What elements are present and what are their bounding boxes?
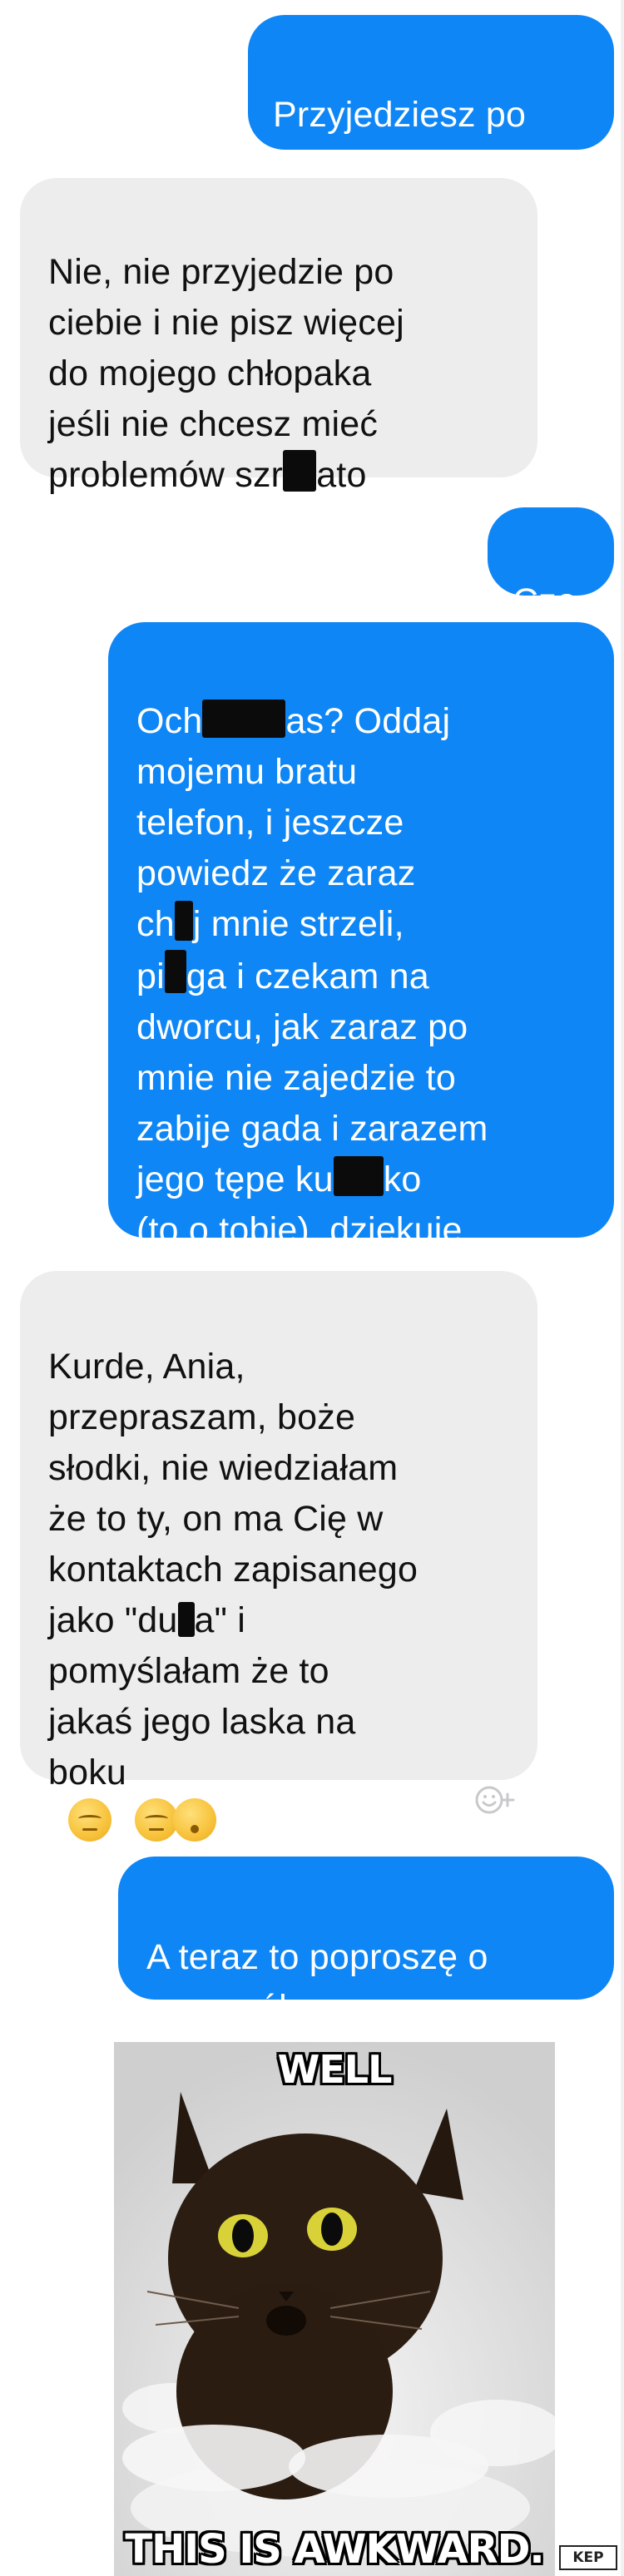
message-text: ato <box>316 455 367 495</box>
meme-image[interactable]: WELL THIS IS AWKWARD. <box>114 2042 555 2576</box>
message-text: ga i czekam na dworcu, jak zaraz po mnie… <box>136 957 488 1199</box>
message-text: A teraz to poproszę o szczegóły <box>146 1937 488 2028</box>
black-cat-in-bath-illustration <box>114 2042 555 2576</box>
message-text: Przyjedziesz po mnie? <box>273 95 527 185</box>
message-bubble-outgoing[interactable]: Przyjedziesz po mnie? <box>248 15 614 185</box>
message-bubble-incoming[interactable]: Nie, nie przyjedzie po ciebie i nie pisz… <box>20 178 537 495</box>
message-text: Kurde, Ania, przepraszam, boże słodki, n… <box>48 1347 418 1640</box>
message-bubble-outgoing[interactable]: Och as? Oddaj mojemu bratu telefon, i jes… <box>108 622 614 1250</box>
message-bubble-incoming[interactable]: Kurde, Ania, przepraszam, boże słodki, n… <box>20 1271 537 1842</box>
message-bubble-outgoing[interactable]: Czo <box>488 507 614 621</box>
pensive-face-icon <box>135 1798 178 1842</box>
add-reaction-icon[interactable] <box>473 1784 516 1816</box>
message-text: Och <box>136 701 203 741</box>
redaction-bar <box>174 901 193 941</box>
pensive-face-icon <box>68 1798 111 1842</box>
meme-top-caption: WELL <box>277 2047 393 2092</box>
redaction-bar <box>283 450 317 492</box>
message-bubble-outgoing[interactable]: A teraz to poproszę o szczegóły <box>118 1857 614 2028</box>
watermark-logo: KEP <box>559 2545 617 2570</box>
redaction-bar <box>333 1156 384 1196</box>
meme-bottom-caption: THIS IS AWKWARD. <box>125 2526 544 2573</box>
redaction-bar <box>177 1602 195 1637</box>
dizzy-face-icon <box>173 1798 216 1842</box>
message-text: Czo <box>513 581 577 621</box>
redaction-bar <box>164 950 186 993</box>
redaction-bar <box>202 700 286 738</box>
page-edge <box>621 0 624 2576</box>
